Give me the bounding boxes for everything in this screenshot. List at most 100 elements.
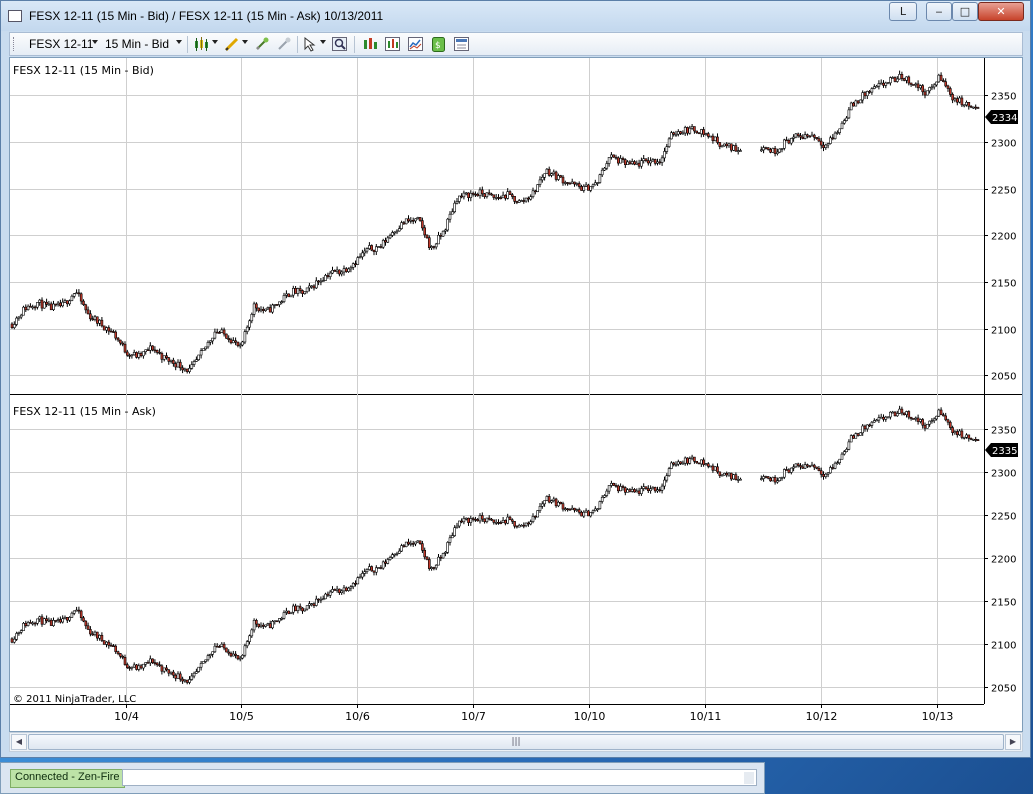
maximize-button[interactable]: □	[952, 2, 978, 21]
pointer-dropdown-icon[interactable]	[320, 40, 326, 44]
candle-body	[370, 245, 374, 251]
candle-body	[640, 160, 643, 167]
candle-body	[29, 305, 32, 308]
candle-body	[681, 132, 685, 135]
instrument-selector[interactable]: FESX 12-11	[29, 37, 93, 51]
candle-body	[769, 477, 772, 482]
link-button[interactable]: L	[889, 2, 917, 21]
strategy-icon[interactable]: $	[431, 37, 447, 52]
candle-body	[854, 100, 858, 107]
candle-body	[508, 191, 512, 195]
chart-canvas[interactable]: 10/4 10/5 10/6 10/7 10/10 10/11 10/12 10/13 2350…	[10, 58, 1022, 731]
candle-body	[925, 90, 929, 96]
drawing-tools-dropdown-icon[interactable]	[242, 40, 248, 44]
top-last-price: 2334	[992, 113, 1017, 124]
candlestick-style-icon[interactable]	[194, 37, 210, 52]
candle-body	[561, 503, 565, 510]
pointer-icon[interactable]	[302, 36, 318, 52]
toolbar-grip[interactable]	[13, 37, 17, 51]
candle-body	[266, 307, 270, 310]
candle-body	[70, 295, 74, 301]
candle-body	[596, 182, 599, 184]
candle-body	[59, 619, 62, 623]
candle-body	[255, 619, 258, 625]
candle-body	[955, 98, 959, 103]
horizontal-scrollbar[interactable]: ◀ ||| ▶	[9, 732, 1023, 752]
candle-body	[114, 331, 117, 339]
candle-body	[135, 664, 138, 670]
candle-body	[824, 473, 828, 477]
candle-body	[942, 414, 945, 417]
candle-body	[824, 144, 828, 148]
candle-body	[86, 625, 90, 630]
candle-body	[49, 619, 53, 626]
candle-body	[506, 191, 510, 199]
candle-body	[404, 218, 408, 225]
candle-body	[400, 545, 403, 552]
candle-body	[393, 553, 397, 556]
candle-body	[296, 288, 300, 294]
candle-body	[301, 607, 304, 612]
candle-body	[285, 293, 288, 296]
candle-body	[969, 105, 973, 108]
scroll-right-button[interactable]: ▶	[1005, 734, 1021, 750]
title-bar[interactable]: FESX 12-11 (15 Min - Bid) / FESX 12-11 (…	[1, 1, 1030, 31]
candle-body	[614, 484, 618, 487]
candle-body	[480, 189, 484, 195]
bar-spacing-icon[interactable]	[362, 37, 378, 52]
candle-body	[778, 477, 782, 481]
candle-body	[487, 517, 491, 520]
candle-body	[589, 512, 593, 517]
candle-body	[868, 424, 871, 427]
instrument-dropdown-icon[interactable]	[92, 40, 98, 44]
candle-body	[361, 573, 364, 578]
data-box-icon[interactable]	[385, 37, 401, 52]
candle-body	[65, 616, 69, 621]
crosshair-icon[interactable]	[254, 37, 270, 52]
scroll-thumb[interactable]: |||	[28, 734, 1004, 750]
candle-body	[354, 263, 357, 265]
candle-body	[499, 522, 503, 524]
candle-body	[225, 647, 228, 653]
interval-selector[interactable]: 15 Min - Bid	[105, 37, 169, 51]
candle-body	[222, 643, 226, 649]
candle-body	[400, 222, 403, 229]
candle-body	[361, 252, 364, 258]
candle-body	[199, 350, 203, 356]
candle-body	[338, 269, 341, 275]
resize-grip[interactable]	[744, 772, 754, 784]
candle-body	[840, 453, 844, 460]
pencil-drawing-icon[interactable]	[224, 37, 240, 52]
candle-body	[497, 521, 500, 524]
candle-body	[358, 256, 362, 259]
candle-body	[660, 157, 664, 163]
candle-body	[54, 303, 58, 306]
candle-body	[644, 158, 648, 161]
properties-icon[interactable]	[454, 37, 470, 52]
candle-body	[181, 678, 184, 682]
candle-body	[82, 300, 85, 306]
zoom-icon[interactable]	[332, 37, 348, 52]
candle-body	[826, 143, 830, 146]
indicators-icon[interactable]	[408, 37, 424, 52]
candle-body	[815, 137, 818, 140]
chart-style-dropdown-icon[interactable]	[212, 40, 218, 44]
candle-body	[372, 249, 376, 252]
scroll-left-button[interactable]: ◀	[11, 734, 27, 750]
chart-toolbar: FESX 12-11 15 Min - Bid $	[9, 32, 1023, 56]
chart-area[interactable]: 10/4 10/5 10/6 10/7 10/10 10/11 10/12 10/13 2350…	[9, 57, 1023, 732]
candle-body	[342, 587, 346, 592]
minimize-button[interactable]: ‒	[926, 2, 952, 21]
candle-body	[898, 408, 901, 414]
candle-body	[340, 271, 344, 275]
candle-body	[149, 658, 152, 664]
connection-status[interactable]: Connected - Zen-Fire	[10, 769, 125, 788]
status-bar: Connected - Zen-Fire	[0, 762, 765, 794]
close-button[interactable]: ✕	[978, 2, 1024, 21]
candle-body	[195, 671, 198, 674]
global-crosshair-icon[interactable]	[276, 37, 292, 52]
candle-body	[833, 462, 837, 469]
candle-body	[605, 490, 609, 496]
copyright-label: © 2011 NinjaTrader, LLC	[13, 694, 136, 705]
interval-dropdown-icon[interactable]	[176, 40, 182, 44]
